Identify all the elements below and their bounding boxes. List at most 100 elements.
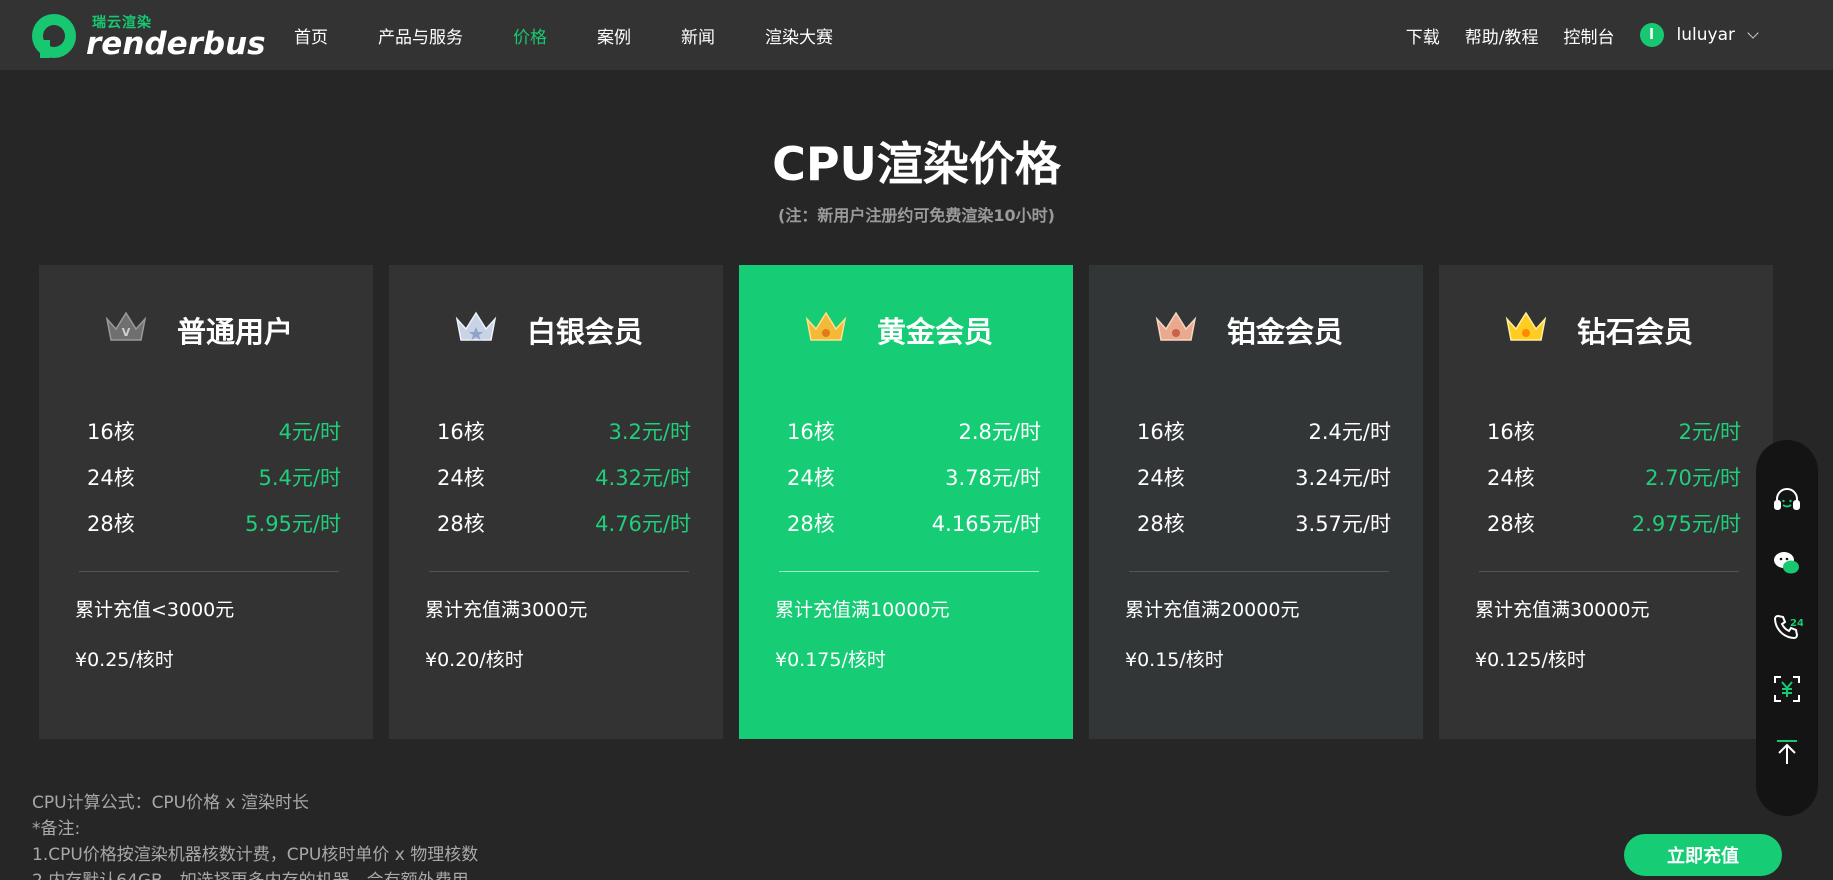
nav-products[interactable]: 产品与服务 — [378, 23, 463, 48]
nav-console[interactable]: 控制台 — [1564, 23, 1615, 48]
plan-card-platinum: 铂金会员 16核 2.4元/时 24核 3.24元/时 28核 3.57元/时 累计充… — [1089, 265, 1423, 739]
yuan-scan-icon[interactable] — [1769, 671, 1805, 707]
price-row: 24核 2.70元/时 — [1487, 454, 1741, 500]
hourly-price: 2.8元/时 — [958, 420, 1041, 444]
core-hour-rate: ¥0.20/核时 — [425, 649, 524, 671]
nav-download[interactable]: 下载 — [1406, 23, 1440, 48]
note-formula: CPU计算公式：CPU价格 x 渲染时长 — [32, 793, 309, 813]
core-hour-rate: ¥0.15/核时 — [1125, 649, 1224, 671]
hourly-price: 4.32元/时 — [595, 466, 691, 490]
note-item: 2.内存默认64GB，如选择更多内存的机器，会有额外费用 — [32, 868, 478, 880]
nav-news[interactable]: 新闻 — [681, 23, 715, 48]
core-hour-rate: ¥0.125/核时 — [1475, 649, 1586, 671]
price-row: 16核 2.4元/时 — [1137, 408, 1391, 454]
plan-name: 钻石会员 — [1577, 315, 1694, 349]
hourly-price: 3.78元/时 — [945, 466, 1041, 490]
hourly-price: 3.24元/时 — [1295, 466, 1391, 490]
wechat-icon[interactable] — [1769, 545, 1805, 581]
price-row: 16核 2元/时 — [1487, 408, 1741, 454]
plan-card-gold: 黄金会员 16核 2.8元/时 24核 3.78元/时 28核 4.165元/时 累计… — [739, 265, 1073, 739]
price-list: 16核 4元/时 24核 5.4元/时 28核 5.95元/时 — [87, 408, 341, 546]
hourly-price: 2.4元/时 — [1308, 420, 1391, 444]
plan-card-diamond: 钻石会员 16核 2元/时 24核 2.70元/时 28核 2.975元/时 累计充值… — [1439, 265, 1773, 739]
divider — [1129, 571, 1389, 572]
price-row: 24核 5.4元/时 — [87, 454, 341, 500]
svg-text:V: V — [122, 326, 131, 339]
recharge-now-button[interactable]: 立即充值 — [1624, 834, 1782, 876]
svg-text:24: 24 — [1790, 618, 1803, 629]
nav-contest[interactable]: 渲染大赛 — [765, 23, 833, 48]
hourly-price: 3.57元/时 — [1295, 512, 1391, 536]
core-count: 28核 — [1487, 512, 1535, 536]
crown-icon: V — [104, 307, 148, 345]
core-hour-rate: ¥0.25/核时 — [75, 649, 174, 671]
note-item: 1.CPU价格按渲染机器核数计费，CPU核时单价 x 物理核数 — [32, 845, 479, 865]
user-menu[interactable]: l luluyar — [1639, 23, 1759, 47]
price-row: 28核 5.95元/时 — [87, 500, 341, 546]
logo-english-text: renderbus — [86, 26, 266, 62]
hourly-price: 4.76元/时 — [595, 512, 691, 536]
core-count: 28核 — [87, 512, 135, 536]
price-row: 28核 4.76元/时 — [437, 500, 691, 546]
hourly-price: 2.70元/时 — [1645, 466, 1741, 490]
divider — [779, 571, 1039, 572]
hourly-price: 4.165元/时 — [931, 512, 1041, 536]
core-count: 28核 — [1137, 512, 1185, 536]
price-row: 16核 4元/时 — [87, 408, 341, 454]
back-to-top-icon[interactable] — [1769, 734, 1805, 770]
phone-24-icon[interactable]: 24 — [1769, 608, 1805, 644]
top-navbar: 瑞云渲染 renderbus 首页 产品与服务 价格 案例 新闻 渲染大赛 下载… — [0, 0, 1833, 70]
hourly-price: 5.95元/时 — [245, 512, 341, 536]
price-list: 16核 2元/时 24核 2.70元/时 28核 2.975元/时 — [1487, 408, 1741, 546]
price-row: 16核 3.2元/时 — [437, 408, 691, 454]
crown-icon — [804, 307, 848, 345]
nav-right: 下载 帮助/教程 控制台 l luluyar — [1406, 0, 1759, 70]
core-count: 24核 — [1487, 466, 1535, 490]
renderbus-logo[interactable]: 瑞云渲染 renderbus — [32, 12, 266, 62]
recharge-condition: 累计充值满10000元 — [775, 599, 950, 621]
avatar: l — [1639, 23, 1664, 47]
crown-icon — [1504, 307, 1548, 345]
price-row: 24核 3.78元/时 — [787, 454, 1041, 500]
core-count: 16核 — [1137, 420, 1185, 444]
recharge-condition: 累计充值<3000元 — [75, 599, 235, 621]
price-row: 28核 3.57元/时 — [1137, 500, 1391, 546]
nav-help[interactable]: 帮助/教程 — [1465, 23, 1539, 48]
page-title: CPU渲染价格 — [772, 137, 1061, 191]
note-heading: *备注: — [32, 819, 81, 839]
price-row: 24核 3.24元/时 — [1137, 454, 1391, 500]
plan-card-silver: 白银会员 16核 3.2元/时 24核 4.32元/时 28核 4.76元/时 累计充… — [389, 265, 723, 739]
divider — [429, 571, 689, 572]
hourly-price: 2.975元/时 — [1631, 512, 1741, 536]
hourly-price: 5.4元/时 — [258, 466, 341, 490]
hourly-price: 3.2元/时 — [608, 420, 691, 444]
floating-toolbar: 24 — [1756, 440, 1818, 816]
core-count: 16核 — [787, 420, 835, 444]
username: luluyar — [1676, 25, 1735, 45]
price-list: 16核 2.4元/时 24核 3.24元/时 28核 3.57元/时 — [1137, 408, 1391, 546]
hourly-price: 2元/时 — [1678, 420, 1741, 444]
logo-mark-icon — [32, 14, 76, 58]
nav-home[interactable]: 首页 — [294, 23, 328, 48]
divider — [79, 571, 339, 572]
headset-icon[interactable] — [1769, 482, 1805, 518]
nav-cases[interactable]: 案例 — [597, 23, 631, 48]
pricing-notes: CPU计算公式：CPU价格 x 渲染时长 *备注: 1.CPU价格按渲染机器核数… — [32, 790, 478, 880]
recharge-condition: 累计充值满20000元 — [1125, 599, 1300, 621]
price-row: 28核 4.165元/时 — [787, 500, 1041, 546]
divider — [1479, 571, 1739, 572]
plan-card-regular: V 普通用户 16核 4元/时 24核 5.4元/时 28核 5.95元/时 累计充值… — [39, 265, 373, 739]
recharge-condition: 累计充值满30000元 — [1475, 599, 1650, 621]
core-count: 24核 — [1137, 466, 1185, 490]
plan-name: 黄金会员 — [877, 315, 994, 349]
plan-name: 白银会员 — [527, 315, 644, 349]
plan-name: 铂金会员 — [1227, 315, 1344, 349]
core-count: 24核 — [437, 466, 485, 490]
core-count: 16核 — [437, 420, 485, 444]
price-list: 16核 3.2元/时 24核 4.32元/时 28核 4.76元/时 — [437, 408, 691, 546]
crown-icon — [454, 307, 498, 345]
price-row: 16核 2.8元/时 — [787, 408, 1041, 454]
nav-pricing[interactable]: 价格 — [513, 23, 547, 48]
core-count: 16核 — [1487, 420, 1535, 444]
plan-name: 普通用户 — [177, 315, 294, 349]
